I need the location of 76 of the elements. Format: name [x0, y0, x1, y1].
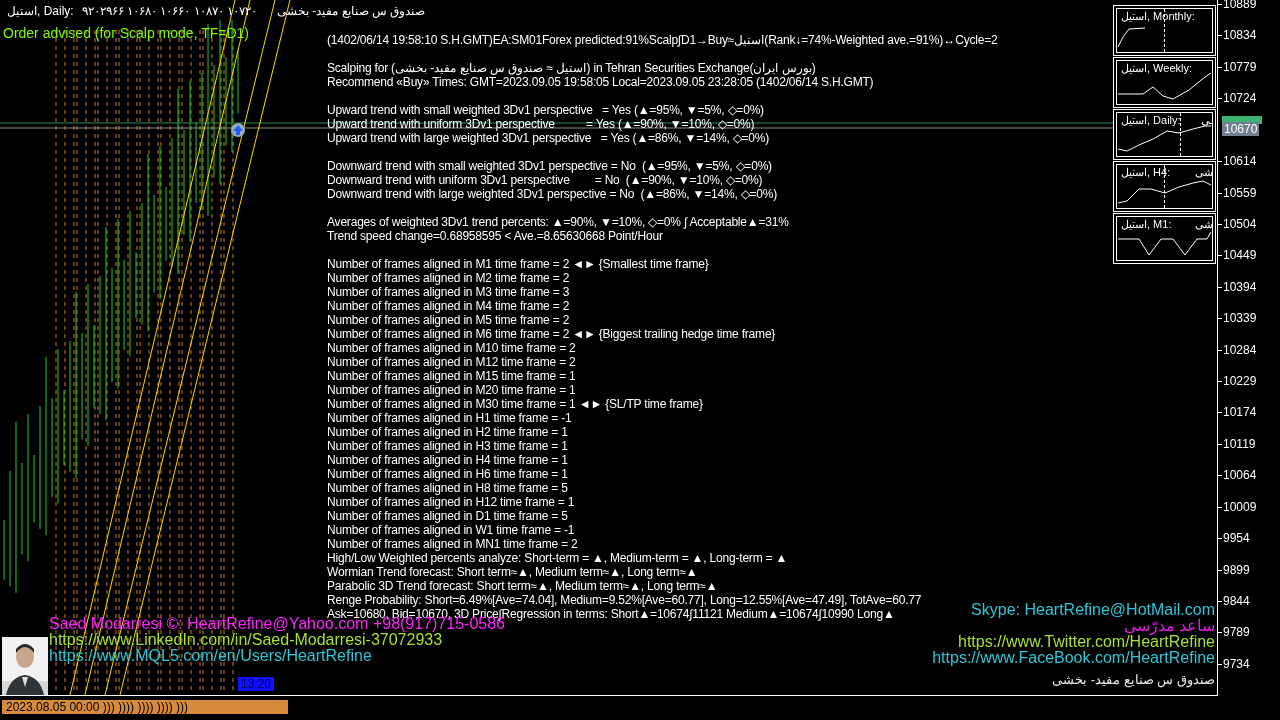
report-line: Number of frames aligned in D1 time frame = 5: [327, 509, 569, 523]
price-label: 10834: [1223, 28, 1257, 43]
price-label: 10614: [1223, 154, 1257, 169]
report-line: Renge Probability: Short=6.49%[Ave=74.04], Medium=9.52%[Ave=60.77], Long=12.55%[Ave=47.49], TotAve=60.77: [327, 593, 923, 607]
contact-text: صندوق س صنایع مفید- بخشی: [1052, 672, 1215, 688]
report-line: Averages of weighted 3Dv1 trend percents: ▲=90%, ▼=10%, ◇=0% ∫ Acceptable▲=31%: [327, 215, 790, 229]
report-line: Number of frames aligned in M4 time frame = 2: [327, 299, 571, 313]
price-label: 10119: [1223, 436, 1256, 451]
report-line: Number of frames aligned in M2 time frame = 2: [327, 271, 571, 285]
mini-chart-title: استیل, Monthly:: [1121, 9, 1195, 23]
report-line: Number of frames aligned in M15 time frame = 1: [327, 369, 577, 383]
price-label: 10724: [1223, 91, 1257, 106]
price-label: 10064: [1223, 468, 1257, 483]
price-label: 10229: [1223, 374, 1257, 389]
price-label: 9954: [1223, 531, 1250, 546]
report-line: Number of frames aligned in H12 time frame = 1: [327, 495, 576, 509]
price-label: 9899: [1223, 562, 1250, 577]
report-line: Number of frames aligned in M1 time frame = 2 ◄► {Smallest time frame}: [327, 257, 710, 271]
report-line: Recommend «Buy» Times: GMT=2023.09.05 19:58:05 Local=2023.09.05 23:28:05 (1402/06/14 S.H.GMT): [327, 75, 875, 89]
report-line: Upward trend with small weighted 3Dv1 perspective = Yes (▲=95%, ▼=5%, ◇=0%): [327, 103, 765, 117]
report-line: Number of frames aligned in M10 time frame = 2: [327, 341, 577, 355]
price-label: 10174: [1223, 405, 1257, 420]
report-line: Upward trend with large weighted 3Dv1 perspective = Yes (▲=86%, ▼=14%, ◇=0%): [327, 131, 771, 145]
mini-chart-title: استیل, Weekly:: [1121, 61, 1193, 75]
report-line: Trend speed change=0.68958595 < Ave.=8.65630668 Point/Hour: [327, 229, 664, 243]
report-line: Number of frames aligned in H2 time frame = 1: [327, 425, 569, 439]
report-line: Downward trend with small weighted 3Dv1 perspective = No (▲=95%, ▼=5%, ◇=0%): [327, 159, 773, 173]
report-line: Number of frames aligned in MN1 time frame = 2: [327, 537, 579, 551]
report-line: Number of frames aligned in M30 time frame = 1 ◄► {SL/TP time frame}: [327, 397, 704, 411]
contact-text: https://www.FaceBook.com/HeartRefine: [932, 650, 1215, 666]
report-line: Upward trend with uniform 3Dv1 perspective = Yes (▲=90%, ▼=10%, ◇=0%): [327, 117, 756, 131]
report-line: Number of frames aligned in M3 time frame = 3: [327, 285, 571, 299]
price-label: 10889: [1223, 0, 1257, 11]
mini-chart-title: استیل, M1:: [1121, 217, 1172, 231]
report-line: Downward trend with uniform 3Dv1 perspective = No (▲=90%, ▼=10%, ◇=0%): [327, 173, 764, 187]
order-advice: Order advised (for Scalp mode, TF=D1): [3, 24, 250, 42]
time-axis-label: 2023.08.05 00:00 ))) )))) )))) )))) ))): [2, 700, 288, 714]
contact-text: ساعد مدرّسی: [1123, 618, 1215, 634]
price-label: 10284: [1223, 342, 1257, 357]
report-line: Number of frames aligned in H8 time frame = 5: [327, 481, 569, 495]
report-line: Scalping for (استیل ≈ صندوق س صنایع مفید- بخشی) in Tehran Securities Exchange(بورس ایران): [327, 61, 817, 75]
price-label: 10779: [1223, 59, 1257, 74]
report-line: Number of frames aligned in W1 time frame = -1: [327, 523, 576, 537]
report-line: Number of frames aligned in H6 time frame = 1: [327, 467, 569, 481]
report-line: Number of frames aligned in M12 time frame = 2: [327, 355, 577, 369]
mini-chart-title: استیل, H4:: [1121, 165, 1171, 179]
report-line: Wormian Trend forecast: Short term≈▲, Medium term≈▲, Long term≈▲: [327, 565, 699, 579]
contact-text: Skype: HeartRefine@HotMail.com: [971, 602, 1215, 618]
mini-chart-label: شی: [1195, 165, 1212, 179]
price-label: 10449: [1223, 248, 1257, 263]
report-line: (1402/06/14 19:58:10 S.H.GMT)EA:SM01Forex predicted:91%Scalp∫D1→Buy≈استیل(Rank↓=74%-Weighted ave.=91%)↔Cycle=2: [327, 33, 998, 47]
ohlc-values: ۹۲۰۲۹۶۶ ۱۰۶۸۰ ۱۰۶۶۰ ۱۰۸۷۰ ۱۰۷۲۰: [81, 4, 258, 18]
price-label: 10339: [1223, 311, 1257, 326]
price-label: 10394: [1223, 279, 1257, 294]
report-line: Downward trend with large weighted 3Dv1 perspective = No (▲=86%, ▼=14%, ◇=0%): [327, 187, 779, 201]
bid-price-tag: 10670: [1222, 122, 1260, 136]
report-line: Number of frames aligned in M6 time frame = 2 ◄► {Biggest trailing hedge time frame}: [327, 327, 777, 341]
report-line: Number of frames aligned in M20 time frame = 1: [327, 383, 577, 397]
price-label: 9734: [1223, 656, 1250, 671]
symbol-title: استیل, Daily:: [7, 4, 74, 18]
time-tag: 13:20: [238, 677, 275, 691]
price-label: 10559: [1223, 185, 1257, 200]
price-label: 9844: [1223, 594, 1250, 608]
report-line: Parabolic 3D Trend forecast: Short term≈▲, Medium term≈▲, Long term≈▲: [327, 579, 719, 593]
report-line: Number of frames aligned in M5 time frame = 2: [327, 313, 571, 327]
contact-text: https://www.Twitter.com/HeartRefine: [958, 634, 1215, 650]
price-label: 9789: [1223, 625, 1250, 640]
mini-chart-label: شی: [1195, 217, 1212, 231]
report-line: Number of frames aligned in H1 time frame = -1: [327, 411, 573, 425]
report-line: Number of frames aligned in H3 time frame = 1: [327, 439, 569, 453]
mini-chart-title: استیل, Daily:: [1121, 113, 1181, 127]
price-label: 10009: [1223, 499, 1257, 514]
price-label: 10504: [1223, 216, 1257, 231]
report-line: High/Low Weighted percents analyze: Short-term = ▲, Medium-term = ▲, Long-term = ▲: [327, 551, 789, 565]
report-line: Number of frames aligned in H4 time frame = 1: [327, 453, 569, 467]
buy-arrow-icon: [230, 122, 246, 138]
